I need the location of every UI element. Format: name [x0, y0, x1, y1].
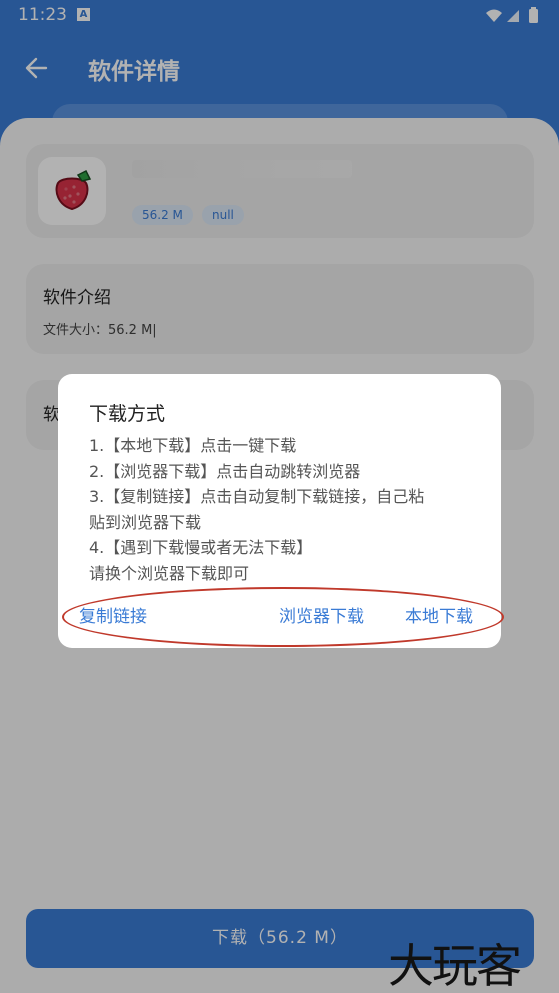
instruction-line: 贴到浏览器下载	[89, 512, 202, 532]
screen: 11:23 A 软件详情 56.2 M null 软件介绍 文件大小：56.2 …	[0, 0, 559, 993]
dialog-title: 下载方式	[89, 403, 166, 425]
watermark-logo: 大玩客	[388, 939, 522, 993]
instruction-line: 2.【浏览器下载】点击自动跳转浏览器	[89, 461, 361, 481]
instruction-line: 3.【复制链接】点击自动复制下载链接，自己粘	[89, 487, 425, 506]
instruction-line: 1.【本地下载】点击一键下载	[89, 436, 297, 455]
annotation-ellipse	[62, 587, 504, 647]
dialog-instructions: 1.【本地下载】点击一键下载 2.【浏览器下载】点击自动跳转浏览器 3.【复制链…	[89, 433, 479, 586]
instruction-line: 4.【遇到下载慢或者无法下载】	[89, 538, 313, 557]
instruction-line: 请换个浏览器下载即可	[89, 563, 250, 583]
